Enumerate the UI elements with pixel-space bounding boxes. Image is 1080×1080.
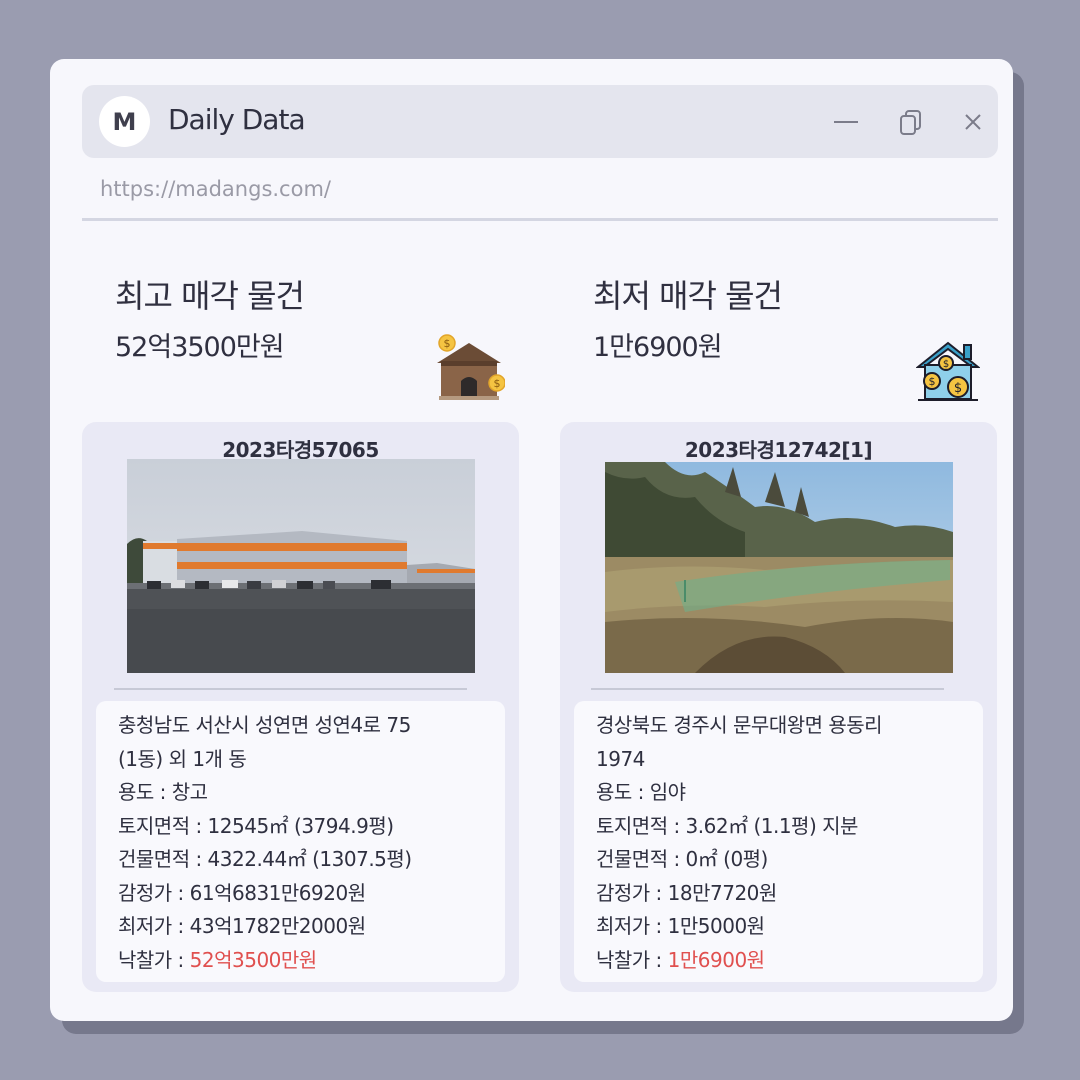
svg-text:$: $ <box>943 359 949 370</box>
property-details: 충청남도 서산시 성연면 성연4로 75 (1동) 외 1개 동 용도 : 창고… <box>96 701 505 982</box>
auction-card-highest[interactable]: 2023타경57065 충청남도 서산시 성연면 성연4로 75 (1동) 외 … <box>82 422 519 992</box>
appraisal-price: 감정가 : 18만7720원 <box>596 880 777 905</box>
svg-text:$: $ <box>929 375 936 388</box>
card-divider <box>114 688 467 690</box>
title-bar: M Daily Data <box>82 85 998 158</box>
highest-heading: 최고 매각 물건 <box>115 277 305 315</box>
appraisal-price: 감정가 : 61억6831만6920원 <box>118 880 366 905</box>
house-coins-icon: $ $ $ <box>916 341 980 401</box>
close-icon[interactable] <box>959 108 987 136</box>
minimum-price: 최저가 : 1만5000원 <box>596 914 765 938</box>
address-line-2: 1974 <box>596 746 645 771</box>
sold-price-row: 낙찰가 : 52억3500만원 <box>118 944 505 978</box>
land-area: 토지면적 : 3.62㎡ (1.1평) 지분 <box>596 813 858 838</box>
url-divider <box>82 218 998 221</box>
sold-price: 1만6900원 <box>667 947 765 972</box>
svg-text:$: $ <box>444 337 451 350</box>
property-photo-warehouse <box>127 459 475 673</box>
sold-price-label: 낙찰가 : <box>596 947 668 972</box>
house-money-icon: $ $ <box>437 334 505 400</box>
building-area: 건물면적 : 4322.44㎡ (1307.5평) <box>118 847 412 871</box>
property-photo-forest <box>605 462 953 673</box>
sold-price-row: 낙찰가 : 1만6900원 <box>596 944 983 978</box>
address-line-1: 충청남도 서산시 성연면 성연4로 75 <box>118 713 411 737</box>
usage: 용도 : 임야 <box>596 780 686 804</box>
app-window: M Daily Data https://madangs.com/ 최고 매각 … <box>50 59 1013 1021</box>
property-details: 경상북도 경주시 문무대왕면 용동리 1974 용도 : 임야 토지면적 : 3… <box>574 701 983 982</box>
case-id: 2023타경12742[1] <box>684 438 873 462</box>
minimum-price: 최저가 : 43억1782만2000원 <box>118 914 366 938</box>
url-text[interactable]: https://madangs.com/ <box>100 177 331 201</box>
address-line-2: (1동) 외 1개 동 <box>118 746 247 771</box>
svg-text:$: $ <box>954 381 962 396</box>
building-area: 건물면적 : 0㎡ (0평) <box>596 847 768 871</box>
usage: 용도 : 창고 <box>118 780 208 804</box>
land-area: 토지면적 : 12545㎡ (3794.9평) <box>118 813 394 838</box>
highest-amount: 52억3500만원 <box>115 332 285 363</box>
card-divider <box>591 688 944 690</box>
auction-card-lowest[interactable]: 2023타경12742[1] 경상북도 경주시 문무대왕면 용동리 1974 용… <box>560 422 997 992</box>
sold-price-label: 낙찰가 : <box>118 947 190 972</box>
svg-text:$: $ <box>494 377 501 390</box>
minimize-icon[interactable] <box>832 108 860 136</box>
address-line-1: 경상북도 경주시 문무대왕면 용동리 <box>596 713 883 737</box>
app-logo: M <box>99 96 150 147</box>
duplicate-icon[interactable] <box>897 108 925 136</box>
app-title: Daily Data <box>168 103 306 136</box>
sold-price: 52억3500만원 <box>189 947 318 972</box>
lowest-heading: 최저 매각 물건 <box>593 277 783 315</box>
lowest-amount: 1만6900원 <box>593 332 723 363</box>
